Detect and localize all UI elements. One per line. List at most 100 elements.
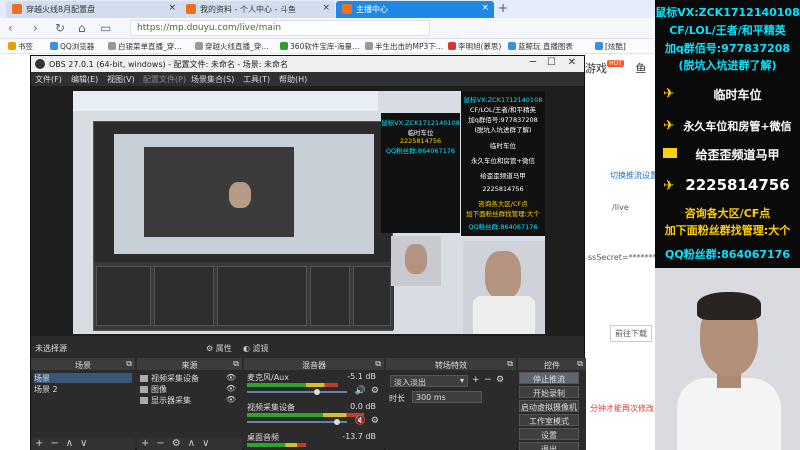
close-icon[interactable]: ✕ (568, 57, 576, 68)
download-button[interactable]: 前往下载 (610, 325, 652, 342)
add-icon[interactable]: + (472, 375, 480, 385)
remove-icon[interactable]: − (484, 375, 492, 385)
switch-stream-link[interactable]: 切换推流设置 (610, 170, 658, 181)
volume-knob[interactable] (314, 389, 320, 395)
eye-icon[interactable]: 👁 (226, 373, 236, 382)
close-icon[interactable]: × (481, 3, 489, 13)
source-item[interactable]: 图像 (140, 384, 167, 394)
menu-help[interactable]: 帮助(H) (279, 74, 307, 85)
bookmark-item[interactable]: 穿越火线直播_穿… (195, 41, 269, 52)
duration-input[interactable]: 300 ms (412, 391, 482, 403)
tab-label: 穿越火线8月配置盘 (26, 5, 96, 14)
rocket-icon: ✈ (663, 178, 675, 194)
gear-icon[interactable]: ⚙ (371, 416, 379, 426)
ad-text: 2225814756 (482, 185, 524, 193)
bookmark-item[interactable]: 蓝鲸玩 直播图表 (508, 41, 573, 52)
bookmark-item[interactable]: 书签 (8, 41, 33, 52)
gear-icon[interactable]: ⚙ (496, 375, 504, 385)
filters-button[interactable]: ◐ 滤镜 (243, 343, 269, 354)
nav-fish[interactable]: 鱼 (635, 62, 646, 75)
home-icon[interactable]: ⌂ (78, 21, 86, 35)
scenes-dock: 场景 ⧉ 场景 场景 2 + − ∧ ∨ (31, 358, 135, 450)
nested-dock (353, 266, 391, 326)
dock-float-icon[interactable]: ⧉ (375, 359, 381, 369)
dock-float-icon[interactable]: ⧉ (507, 359, 513, 369)
page-icon (595, 42, 603, 50)
speaker-icon[interactable]: 🔊 (355, 386, 366, 396)
menu-file[interactable]: 文件(F) (35, 74, 62, 85)
menu-scene-collection[interactable]: 场景集合(S) (191, 74, 234, 85)
bookmark-item[interactable]: 半生出击的MP3下… (365, 41, 443, 52)
douyu-icon (12, 4, 22, 14)
filters-label: 滤镜 (252, 344, 269, 353)
dock-float-icon[interactable]: ⧉ (577, 359, 583, 369)
bookmark-item[interactable]: 360软件宝库-海量… (280, 41, 360, 52)
volume-slider[interactable] (247, 421, 347, 423)
virtual-camera-button[interactable]: 启动虚拟摄像机 (519, 400, 579, 412)
bookmark-item[interactable]: 白银菜单直播_穿… (108, 41, 182, 52)
menu-view[interactable]: 视图(V) (107, 74, 135, 85)
move-down-icon[interactable]: ∨ (202, 438, 209, 449)
browser-tab[interactable]: 我的资料 - 个人中心 - 斗鱼 × (180, 1, 335, 18)
menu-profile[interactable]: 配置文件(P) (143, 74, 186, 85)
bookmark-item[interactable]: 李明旭(慕思) (448, 41, 501, 52)
properties-button[interactable]: ⚙ 属性 (206, 343, 232, 354)
ad-text: 临时车位 (490, 142, 516, 150)
move-up-icon[interactable]: ∧ (188, 438, 195, 449)
tab-label: 主播中心 (356, 5, 388, 14)
webcam-body (677, 378, 781, 450)
ad-text: 2225814756 (399, 137, 442, 145)
bookmark-item[interactable]: QQ浏览器 (50, 41, 94, 52)
browser-tab[interactable]: 穿越火线8月配置盘 × (6, 1, 181, 18)
bookmark-item[interactable]: [炫酷] (595, 41, 626, 52)
refresh-icon[interactable]: ↻ (55, 21, 65, 35)
eye-icon[interactable]: 👁 (226, 384, 236, 393)
volume-knob[interactable] (334, 419, 340, 425)
filter-icon: ◐ (243, 344, 250, 353)
ad-text: 加下面粉丝群找管理:大个 (466, 210, 540, 218)
source-item[interactable]: 显示器采集 (140, 395, 191, 405)
scene-item[interactable]: 场景 (34, 373, 132, 383)
nav-game[interactable]: 游戏 (585, 62, 607, 75)
scene-item[interactable]: 场景 2 (34, 384, 58, 394)
stop-streaming-button[interactable]: 停止推流 (519, 372, 579, 384)
remove-icon[interactable]: − (50, 438, 58, 449)
dock-float-icon[interactable]: ⧉ (126, 359, 132, 369)
start-recording-button[interactable]: 开始录制 (519, 386, 579, 398)
dock-float-icon[interactable]: ⧉ (233, 359, 239, 369)
move-up-icon[interactable]: ∧ (66, 438, 73, 449)
url-input[interactable]: https://mp.douyu.com/live/main (130, 20, 430, 36)
obs-preview[interactable]: 鼠标VX:ZCK1712140108 临时车位 2225814756 QQ粉丝群… (73, 91, 545, 334)
ad-line: QQ粉丝群:864067176 (665, 248, 790, 261)
menu-tools[interactable]: 工具(T) (243, 74, 270, 85)
remove-icon[interactable]: − (156, 438, 164, 449)
speaker-muted-icon[interactable]: 🔇 (355, 416, 366, 426)
nested-preview-2 (144, 147, 294, 237)
volume-slider[interactable] (247, 391, 347, 393)
maximize-icon[interactable]: ☐ (547, 57, 556, 68)
close-icon[interactable]: × (322, 3, 330, 13)
add-icon[interactable]: + (35, 438, 43, 449)
gear-icon[interactable]: ⚙ (172, 438, 181, 449)
close-icon[interactable]: × (168, 3, 176, 13)
new-tab-icon[interactable]: + (498, 1, 508, 15)
forward-icon[interactable]: › (33, 21, 38, 35)
nested-dock (217, 266, 307, 326)
dock-toolbar: + − ⚙ ∧ ∨ (137, 438, 242, 450)
settings-button[interactable]: 设置 (519, 428, 579, 440)
transition-select-value: 淡入淡出 (394, 378, 426, 387)
tab-list-icon[interactable]: ▭ (100, 21, 111, 35)
eye-icon[interactable]: 👁 (226, 395, 236, 404)
add-icon[interactable]: + (141, 438, 149, 449)
back-icon[interactable]: ‹ (8, 21, 13, 35)
transitions-dock: 转场特效 ⧉ 淡入淡出 ▾ + − ⚙ 时长 300 ms (386, 358, 516, 450)
gear-icon[interactable]: ⚙ (371, 386, 379, 396)
studio-mode-button[interactable]: 工作室模式 (519, 414, 579, 426)
transition-select[interactable]: 淡入淡出 ▾ (390, 375, 468, 387)
webcam-overlay (655, 268, 800, 450)
move-down-icon[interactable]: ∨ (80, 438, 87, 449)
browser-tab-active[interactable]: 主播中心 × (336, 1, 494, 18)
menu-edit[interactable]: 编辑(E) (71, 74, 98, 85)
exit-button[interactable]: 退出 (519, 442, 579, 450)
minimize-icon[interactable]: ─ (530, 57, 536, 68)
